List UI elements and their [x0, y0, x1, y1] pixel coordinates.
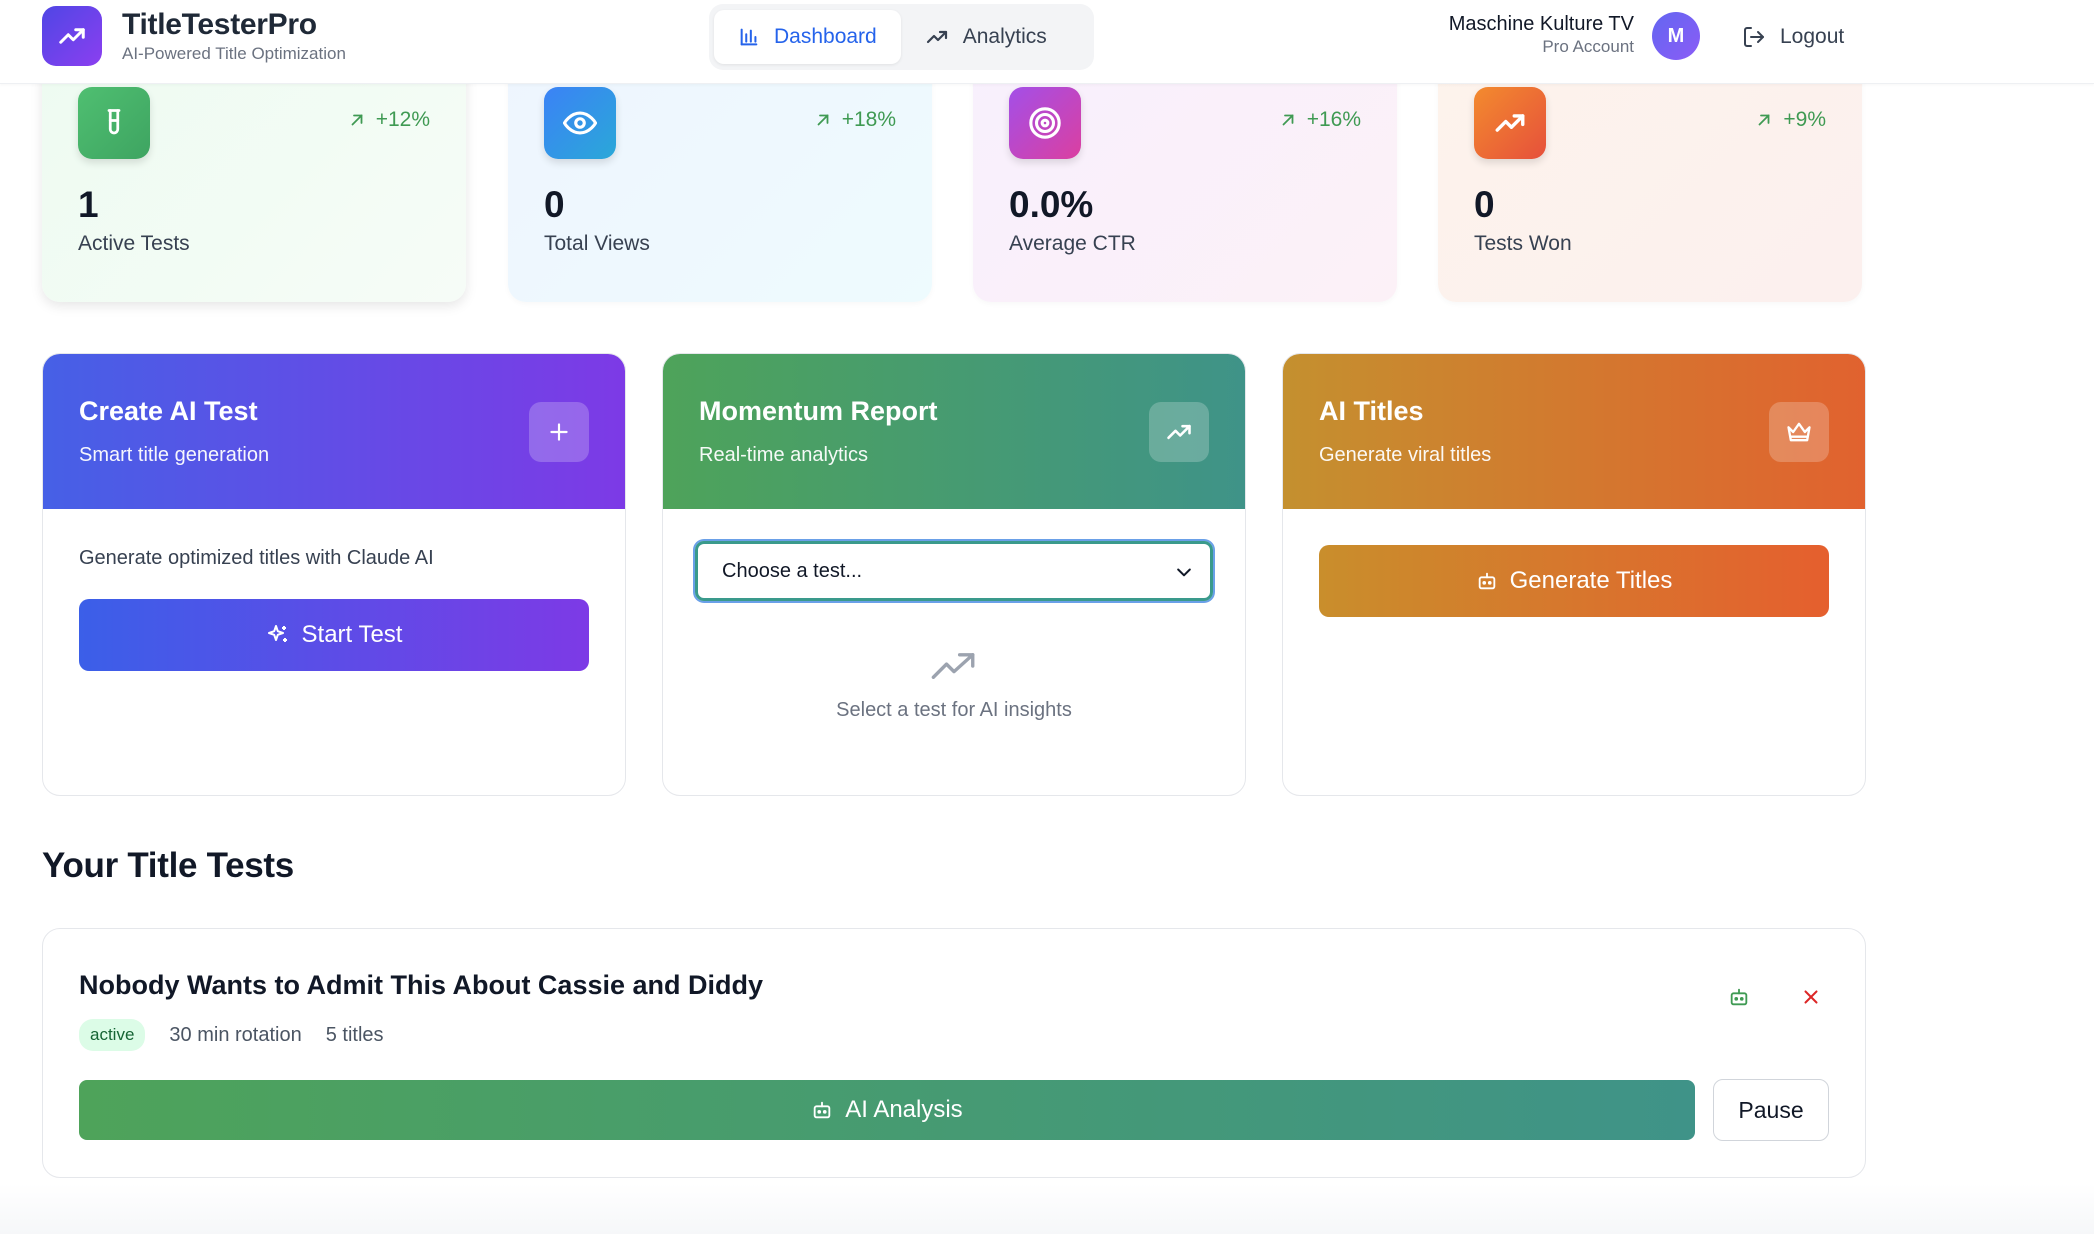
- card-title: Create AI Test: [79, 396, 258, 426]
- card-header: Momentum Report Real-time analytics: [663, 354, 1245, 509]
- titles-count: 5 titles: [325, 1023, 384, 1046]
- generate-titles-label: Generate Titles: [1509, 567, 1673, 594]
- eye-icon: [544, 87, 616, 159]
- stat-card-average-ctr: +16% 0.0% Average CTR: [973, 60, 1397, 302]
- start-test-label: Start Test: [301, 621, 403, 648]
- stat-trend: +12%: [348, 108, 430, 132]
- user-info: Maschine Kulture TV Pro Account: [1449, 12, 1634, 58]
- logout-button[interactable]: Logout: [1742, 20, 1844, 54]
- stat-label: Tests Won: [1474, 232, 1572, 255]
- main-nav: Dashboard Analytics: [709, 4, 1094, 70]
- pause-button[interactable]: Pause: [1713, 1079, 1829, 1141]
- stat-label: Active Tests: [78, 232, 190, 255]
- trending-up-icon: [925, 25, 949, 49]
- arrow-up-right-icon: [1758, 114, 1770, 126]
- stat-label: Average CTR: [1009, 232, 1136, 255]
- card-subtitle: Generate viral titles: [1319, 444, 1492, 466]
- empty-state-text: Select a test for AI insights: [836, 699, 1072, 721]
- generate-titles-button[interactable]: Generate Titles: [1319, 545, 1829, 617]
- user-plan: Pro Account: [1542, 37, 1634, 56]
- chevron-down-icon: [1174, 562, 1194, 582]
- bot-icon: [1478, 572, 1495, 590]
- stat-card-active-tests: +12% 1 Active Tests: [42, 60, 466, 302]
- nav-dashboard[interactable]: Dashboard: [714, 10, 901, 64]
- ai-analysis-label: AI Analysis: [845, 1096, 963, 1123]
- test-actions: [1687, 977, 1831, 1017]
- bot-icon: [814, 1101, 831, 1119]
- card-subtitle: Smart title generation: [79, 444, 270, 466]
- create-ai-test-card: Create AI Test Smart title generation Ge…: [42, 353, 626, 796]
- app-name: TitleTesterPro: [122, 8, 317, 41]
- card-header: Create AI Test Smart title generation: [43, 354, 625, 509]
- start-test-button[interactable]: Start Test: [79, 599, 589, 671]
- sparkles-icon: [267, 625, 287, 642]
- top-header: TitleTesterPro AI-Powered Title Optimiza…: [0, 0, 2094, 84]
- card-header: AI Titles Generate viral titles: [1283, 354, 1865, 509]
- user-name: Maschine Kulture TV: [1448, 13, 1634, 35]
- stat-card-tests-won: +9% 0 Tests Won: [1438, 60, 1862, 302]
- status-badge: active: [79, 1019, 146, 1051]
- trending-up-icon: [931, 653, 975, 679]
- section-title: Your Title Tests: [42, 846, 294, 885]
- stat-value: 0.0%: [1009, 184, 1094, 225]
- nav-analytics-label: Analytics: [962, 25, 1047, 48]
- card-subtitle: Real-time analytics: [699, 444, 868, 466]
- bar-chart-icon: [738, 26, 760, 48]
- empty-state: Select a test for AI insights: [699, 651, 1209, 722]
- card-title: AI Titles: [1319, 396, 1424, 426]
- ai-analysis-button[interactable]: AI Analysis: [79, 1080, 1695, 1140]
- card-description: Generate optimized titles with Claude AI: [79, 547, 434, 569]
- stat-trend: +18%: [814, 108, 896, 132]
- stat-card-total-views: +18% 0 Total Views: [508, 60, 932, 302]
- avatar[interactable]: M: [1652, 12, 1700, 60]
- test-select[interactable]: Choose a test...: [695, 541, 1213, 601]
- momentum-report-card: Momentum Report Real-time analytics Choo…: [662, 353, 1246, 796]
- close-icon[interactable]: [1791, 977, 1831, 1017]
- arrow-up-right-icon: [1282, 114, 1294, 126]
- page-bottom: [0, 1184, 2094, 1234]
- stat-value: 0: [544, 184, 565, 225]
- brand[interactable]: TitleTesterPro AI-Powered Title Optimiza…: [42, 6, 346, 66]
- logout-icon: [1744, 27, 1764, 47]
- rotation-text: 30 min rotation: [169, 1023, 302, 1046]
- stat-trend: +9%: [1755, 108, 1826, 132]
- stat-value: 1: [78, 184, 99, 225]
- test-card: Nobody Wants to Admit This About Cassie …: [42, 928, 1866, 1178]
- test-select-value: Choose a test...: [722, 559, 863, 582]
- stat-trend: +16%: [1279, 108, 1361, 132]
- crown-icon: [1769, 402, 1829, 462]
- plus-icon[interactable]: [529, 402, 589, 462]
- card-title: Momentum Report: [699, 396, 938, 426]
- trending-up-logo-icon: [42, 6, 102, 66]
- trending-up-icon: [1474, 87, 1546, 159]
- stat-value: 0: [1474, 184, 1495, 225]
- target-icon: [1009, 87, 1081, 159]
- ai-titles-card: AI Titles Generate viral titles Generate…: [1282, 353, 1866, 796]
- arrow-up-right-icon: [351, 114, 363, 126]
- test-title: Nobody Wants to Admit This About Cassie …: [79, 970, 764, 1000]
- logout-label: Logout: [1780, 25, 1845, 48]
- test-tube-icon: [78, 87, 150, 159]
- stat-label: Total Views: [544, 232, 650, 255]
- nav-analytics[interactable]: Analytics: [901, 10, 1071, 64]
- bot-icon[interactable]: [1719, 977, 1759, 1017]
- app-tagline: AI-Powered Title Optimization: [122, 44, 346, 63]
- arrow-up-right-icon: [817, 114, 829, 126]
- test-meta: active 30 min rotation 5 titles: [79, 1019, 1829, 1051]
- trending-up-icon: [1149, 402, 1209, 462]
- nav-dashboard-label: Dashboard: [774, 25, 877, 48]
